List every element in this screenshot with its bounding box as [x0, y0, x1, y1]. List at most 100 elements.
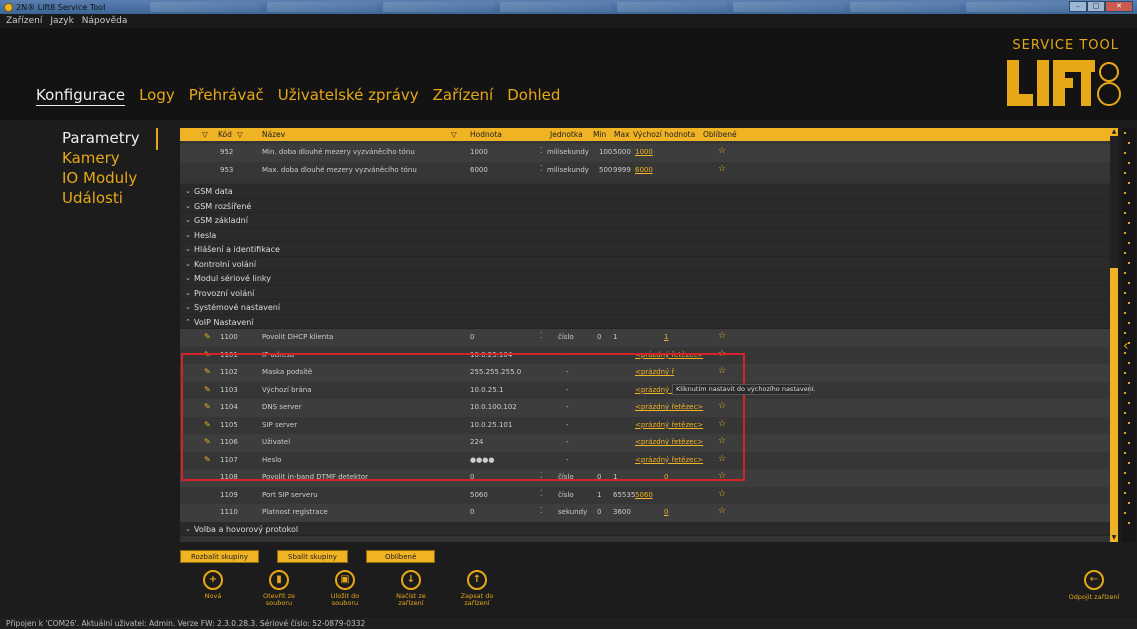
- favorite-star-icon[interactable]: ☆: [718, 506, 726, 516]
- edit-pencil-icon[interactable]: ✎: [204, 367, 211, 376]
- default-value-link[interactable]: <prázdný řetězec>: [635, 438, 703, 446]
- param-value[interactable]: 0: [470, 333, 474, 341]
- group-row[interactable]: ⌄ Hesla: [180, 227, 1110, 242]
- favorite-star-icon[interactable]: ☆: [718, 366, 726, 376]
- edit-pencil-icon[interactable]: ✎: [204, 455, 211, 464]
- param-value[interactable]: ●●●●: [470, 456, 494, 464]
- group-row[interactable]: ⌄ Provozní volání: [180, 285, 1110, 300]
- open-file-button[interactable]: ▮ Otevřít ze souboru: [256, 570, 302, 607]
- favorite-star-icon[interactable]: ☆: [718, 349, 726, 359]
- favorite-star-icon[interactable]: ☆: [718, 471, 726, 481]
- favorite-star-icon[interactable]: ☆: [718, 401, 726, 411]
- chevron-down-icon[interactable]: ⌄: [185, 260, 191, 268]
- group-row[interactable]: ⌃ VoIP Nastavení: [180, 314, 1110, 329]
- param-value[interactable]: 10.0.25.101: [470, 421, 512, 429]
- tab-zarizeni[interactable]: Zařízení: [433, 86, 494, 106]
- maximize-button[interactable]: □: [1087, 1, 1105, 12]
- table-row[interactable]: 953 Max. doba dlouhé mezery vyzváněcího t…: [180, 162, 1110, 180]
- default-value-link[interactable]: <prázdný ř: [635, 368, 674, 376]
- tab-uzivatelske-zpravy[interactable]: Uživatelské zprávy: [278, 86, 419, 106]
- param-value[interactable]: 10.0.25.104: [470, 351, 512, 359]
- column-code[interactable]: Kód: [218, 130, 232, 139]
- table-row[interactable]: ✎ 1105 SIP server 10.0.25.101 - <prázdný řetě…: [180, 416, 1110, 434]
- table-row[interactable]: 1108 Povolit in-band DTMF detektor 0 ⁚ číslo…: [180, 469, 1110, 487]
- scroll-down-icon[interactable]: ▼: [1110, 534, 1118, 542]
- minimize-button[interactable]: –: [1069, 1, 1087, 12]
- group-row[interactable]: ⌄ Systémové nastavení: [180, 300, 1110, 315]
- chevron-down-icon[interactable]: ⌄: [185, 231, 191, 239]
- table-row[interactable]: 1109 Port SIP serveru 5060 ⁚ číslo 1 65535 5060…: [180, 486, 1110, 504]
- param-value[interactable]: 0: [470, 473, 474, 481]
- table-row[interactable]: 1110 Platnost registrace 0 ⁚ sekundy 0 3600 0 ☆: [180, 504, 1110, 522]
- favorite-star-icon[interactable]: ☆: [718, 419, 726, 429]
- favorite-star-icon[interactable]: ☆: [718, 331, 726, 341]
- filter-icon[interactable]: ▽: [237, 130, 243, 139]
- column-default[interactable]: Výchozí hodnota: [633, 130, 695, 139]
- grid-scrollbar[interactable]: ▲ ▼: [1110, 128, 1118, 542]
- disconnect-button[interactable]: ← Odpojit zařízení: [1059, 570, 1129, 601]
- group-row[interactable]: ⌄ Volba a hovorový protokol: [180, 521, 1110, 536]
- param-value[interactable]: 224: [470, 438, 483, 446]
- edit-pencil-icon[interactable]: ✎: [204, 437, 211, 446]
- column-max[interactable]: Max: [614, 130, 630, 139]
- param-value[interactable]: 10.0.25.1: [470, 386, 503, 394]
- default-value-link[interactable]: 0: [664, 473, 668, 481]
- group-row[interactable]: ⌄ Hlášení a identifikace: [180, 242, 1110, 257]
- spinner-icon[interactable]: ⁚: [540, 489, 543, 498]
- filter-icon[interactable]: ▽: [202, 130, 208, 139]
- column-min[interactable]: Min: [593, 130, 606, 139]
- default-value-link[interactable]: <prázdný řetězec>: [635, 456, 703, 464]
- tab-konfigurace[interactable]: Konfigurace: [36, 86, 126, 106]
- menu-napoveda[interactable]: Nápověda: [82, 16, 128, 26]
- scrollbar-thumb[interactable]: [1110, 268, 1118, 538]
- close-button[interactable]: ✕: [1105, 1, 1133, 12]
- group-row[interactable]: ⌄ Modul sériové linky: [180, 271, 1110, 286]
- group-row[interactable]: ⌄ GSM základní: [180, 213, 1110, 228]
- edit-pencil-icon[interactable]: ✎: [204, 332, 211, 341]
- chevron-down-icon[interactable]: ⌄: [185, 187, 191, 195]
- write-device-button[interactable]: ↑ Zapsat do zařízení: [454, 570, 500, 607]
- chevron-down-icon[interactable]: ⌄: [185, 525, 191, 533]
- favorite-star-icon[interactable]: ☆: [718, 146, 726, 156]
- column-name[interactable]: Název: [262, 130, 285, 139]
- sidebar-item-parametry[interactable]: Parametry: [62, 128, 140, 148]
- table-row[interactable]: ✎ 1100 Povolit DHCP klienta 0 ⁚ číslo 0 1 1 ☆: [180, 329, 1110, 347]
- table-row[interactable]: ✎ 1104 DNS server 10.0.100.102 - <prázdný řet…: [180, 399, 1110, 417]
- tab-prehravac[interactable]: Přehrávač: [189, 86, 264, 106]
- favorite-star-icon[interactable]: ☆: [718, 489, 726, 499]
- edit-pencil-icon[interactable]: ✎: [204, 350, 211, 359]
- default-value-link[interactable]: 1000: [635, 148, 653, 156]
- edit-pencil-icon[interactable]: ✎: [204, 420, 211, 429]
- chevron-down-icon[interactable]: ⌄: [185, 202, 191, 210]
- table-row[interactable]: ✎ 1103 Výchozí brána 10.0.25.1- <prázdný řet…: [180, 381, 1110, 399]
- spinner-icon[interactable]: ⁚: [540, 164, 543, 173]
- filter-icon[interactable]: ▽: [451, 130, 457, 139]
- group-row[interactable]: ⌄ Kontrolní volání: [180, 256, 1110, 271]
- column-favorite[interactable]: Oblíbené: [703, 130, 737, 139]
- favorite-star-icon[interactable]: ☆: [718, 164, 726, 174]
- tab-logy[interactable]: Logy: [139, 86, 175, 106]
- param-value[interactable]: 10.0.100.102: [470, 403, 517, 411]
- default-value-link[interactable]: 0: [664, 508, 668, 516]
- chevron-down-icon[interactable]: ⌄: [185, 289, 191, 297]
- table-row[interactable]: ✎ 1106 Uživatel 224 - <prázdný řetězec> ☆: [180, 434, 1110, 452]
- sidebar-item-kamery[interactable]: Kamery: [62, 148, 140, 168]
- param-value[interactable]: 1000: [470, 148, 488, 156]
- spinner-icon[interactable]: ⁚: [540, 146, 543, 155]
- expand-groups-button[interactable]: Rozbalit skupiny: [180, 550, 259, 563]
- default-value-link[interactable]: <prázdný řetězec>: [635, 403, 703, 411]
- column-value[interactable]: Hodnota: [470, 130, 502, 139]
- edit-pencil-icon[interactable]: ✎: [204, 385, 211, 394]
- param-value[interactable]: 5060: [470, 491, 488, 499]
- default-value-link[interactable]: <prázdný řetězec>: [635, 351, 703, 359]
- table-row[interactable]: ✎ 1102 Maska podsítě 255.255.255.0 - <prázdný…: [180, 364, 1110, 382]
- default-value-link[interactable]: 1: [664, 333, 668, 341]
- default-value-link[interactable]: 5060: [635, 491, 653, 499]
- default-value-link[interactable]: <prázdný řetězec>: [635, 421, 703, 429]
- default-value-link[interactable]: 6000: [635, 166, 653, 174]
- sidebar-item-udalosti[interactable]: Události: [62, 188, 140, 208]
- save-file-button[interactable]: ▣ Uložit do souboru: [322, 570, 368, 607]
- table-row[interactable]: ✎ 1107 Heslo ●●●● - <prázdný řetězec> ☆: [180, 451, 1110, 469]
- menu-jazyk[interactable]: Jazyk: [50, 16, 73, 26]
- new-button[interactable]: + Nová: [190, 570, 236, 607]
